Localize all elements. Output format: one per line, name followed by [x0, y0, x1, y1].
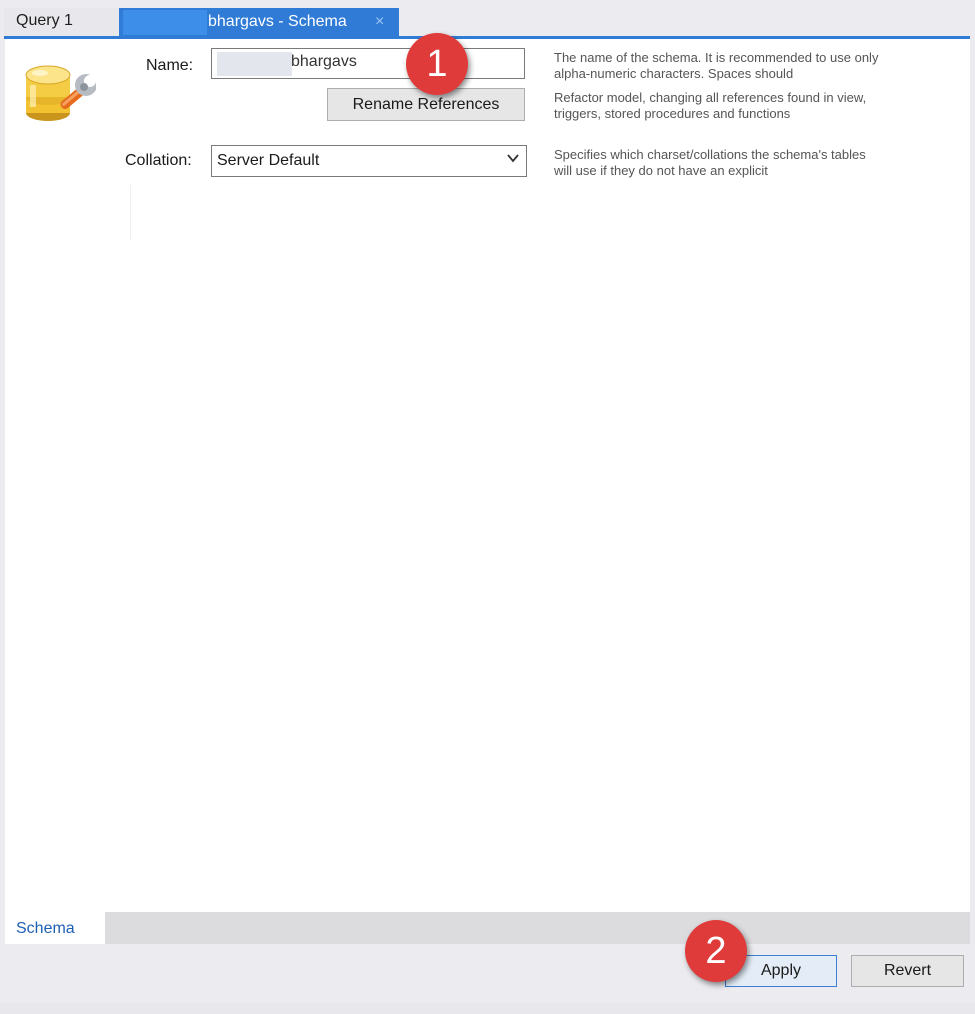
- schema-name-value: bhargavs: [291, 53, 357, 70]
- name-label: Name:: [146, 57, 194, 74]
- editor-subtab-bar: [5, 912, 970, 944]
- subtab-schema[interactable]: Schema: [5, 912, 105, 944]
- step-badge-2: 2: [685, 920, 747, 982]
- collation-value: Server Default: [217, 152, 320, 169]
- close-icon[interactable]: ×: [375, 13, 384, 31]
- redacted-schema-prefix: [123, 10, 207, 35]
- collation-help-text: Specifies which charset/collations the s…: [554, 147, 866, 178]
- tab-schema-label: bhargavs - Schema: [208, 13, 347, 30]
- tab-query-1[interactable]: Query 1: [4, 8, 118, 36]
- collation-select[interactable]: Server Default: [211, 145, 527, 177]
- rename-help-text: Refactor model, changing all references …: [554, 90, 867, 121]
- status-bar: [0, 1003, 975, 1014]
- tab-schema[interactable]: bhargavs - Schema ×: [119, 8, 399, 37]
- step-badge-1: 1: [406, 33, 468, 95]
- schema-name-input[interactable]: bhargavs: [211, 48, 525, 79]
- divider: [130, 185, 131, 240]
- revert-button[interactable]: Revert: [851, 955, 964, 987]
- subtab-schema-label: Schema: [16, 920, 75, 937]
- collation-label: Collation:: [125, 152, 192, 169]
- tab-query-label: Query 1: [16, 12, 73, 29]
- redacted-name-prefix: [217, 52, 292, 76]
- chevron-down-icon: [507, 154, 519, 163]
- name-help-text: The name of the schema. It is recommende…: [554, 50, 879, 81]
- database-wrench-icon: [20, 55, 97, 131]
